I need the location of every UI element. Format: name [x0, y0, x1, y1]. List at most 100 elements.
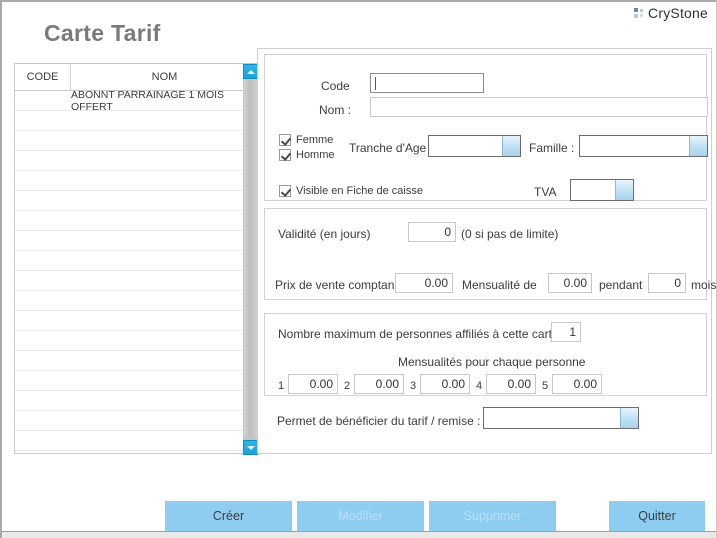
table-row[interactable] — [15, 351, 258, 371]
page-title: Carte Tarif — [44, 20, 161, 46]
table-row[interactable] — [15, 151, 258, 171]
code-input[interactable] — [370, 73, 484, 93]
affiliate-monthly-input-3[interactable]: 0.00 — [420, 374, 470, 394]
carte-tarif-window: CryStone Carte Tarif CODE NOM ABONNT PAR… — [0, 0, 717, 538]
checkbox-homme-box[interactable] — [279, 149, 291, 161]
checkbox-femme[interactable]: Femme — [279, 134, 333, 146]
table-row[interactable] — [15, 211, 258, 231]
column-header-nom[interactable]: NOM — [71, 64, 258, 90]
identity-group: Code Nom : Femme Homme Tranche d'Age : F… — [264, 54, 708, 201]
checkbox-femme-label: Femme — [296, 134, 334, 146]
checkbox-homme-label: Homme — [296, 149, 335, 161]
cell-code — [15, 311, 71, 330]
cell-code — [15, 151, 71, 170]
mensualite-input[interactable]: 0.00 — [548, 273, 592, 293]
cell-nom — [71, 291, 258, 310]
chevron-down-icon[interactable] — [689, 136, 707, 156]
cell-code — [15, 91, 71, 110]
cell-code — [15, 331, 71, 350]
affiliate-index-2: 2 — [344, 380, 351, 392]
creer-button[interactable]: Créer — [165, 501, 292, 531]
tva-label: TVA — [534, 185, 557, 199]
table-row[interactable] — [15, 271, 258, 291]
cell-code — [15, 131, 71, 150]
table-row[interactable] — [15, 371, 258, 391]
nom-input[interactable] — [370, 97, 708, 117]
cell-nom — [71, 191, 258, 210]
table-row[interactable] — [15, 231, 258, 251]
cell-nom — [71, 271, 258, 290]
tariff-form-panel: Code Nom : Femme Homme Tranche d'Age : F… — [257, 48, 716, 454]
cell-code — [15, 431, 71, 450]
cell-code — [15, 191, 71, 210]
table-row[interactable]: ABONNT PARRAINAGE 1 MOIS OFFERT — [15, 89, 258, 113]
modifier-button[interactable]: Modifier — [297, 501, 424, 531]
cell-nom — [71, 151, 258, 170]
checkbox-visible-fiche-caisse-box[interactable] — [279, 185, 291, 197]
affiliate-monthly-input-2[interactable]: 0.00 — [354, 374, 404, 394]
table-row[interactable] — [15, 411, 258, 431]
cell-nom — [71, 411, 258, 430]
tariff-card-list[interactable]: CODE NOM ABONNT PARRAINAGE 1 MOIS OFFERT — [14, 63, 259, 455]
famille-label: Famille : — [529, 141, 575, 155]
cell-code — [15, 111, 71, 130]
affiliate-index-1: 1 — [278, 380, 285, 392]
table-row[interactable] — [15, 171, 258, 191]
pendant-label: pendant — [599, 278, 643, 292]
nombre-max-personnes-input[interactable]: 1 — [551, 322, 581, 342]
table-row[interactable] — [15, 311, 258, 331]
tranche-age-value — [429, 136, 502, 156]
affiliate-monthly-input-1[interactable]: 0.00 — [288, 374, 338, 394]
affiliate-monthly-input-5[interactable]: 0.00 — [552, 374, 602, 394]
checkbox-homme[interactable]: Homme — [279, 149, 335, 161]
scroll-up-icon[interactable] — [243, 64, 258, 79]
chevron-down-icon[interactable] — [620, 408, 638, 428]
tva-select[interactable] — [570, 179, 634, 201]
tva-value — [571, 180, 615, 200]
cell-code — [15, 371, 71, 390]
cell-code — [15, 271, 71, 290]
list-header: CODE NOM — [15, 64, 258, 91]
table-row[interactable] — [15, 111, 258, 131]
table-row[interactable] — [15, 191, 258, 211]
cell-nom — [71, 351, 258, 370]
chevron-down-icon[interactable] — [502, 136, 520, 156]
benefit-select[interactable] — [483, 407, 639, 429]
prix-vente-input[interactable]: 0.00 — [395, 273, 453, 293]
cell-nom — [71, 431, 258, 450]
scroll-down-icon[interactable] — [243, 440, 258, 455]
tranche-age-select[interactable] — [428, 135, 521, 157]
column-header-code[interactable]: CODE — [15, 64, 71, 90]
benefit-label: Permet de bénéficier du tarif / remise : — [277, 414, 481, 428]
cell-code — [15, 171, 71, 190]
chevron-down-icon[interactable] — [615, 180, 633, 200]
table-row[interactable] — [15, 291, 258, 311]
scrollbar-thumb[interactable] — [244, 80, 257, 438]
validite-input[interactable]: 0 — [408, 222, 456, 242]
brand-name: CryStone — [648, 5, 708, 21]
crystone-logo-icon — [634, 7, 644, 19]
quitter-button[interactable]: Quitter — [609, 501, 705, 531]
famille-select[interactable] — [579, 135, 708, 157]
checkbox-femme-box[interactable] — [279, 134, 291, 146]
cell-code — [15, 411, 71, 430]
validity-pricing-group: Validité (en jours) 0 (0 si pas de limit… — [264, 208, 716, 300]
prix-vente-label: Prix de vente comptant — [275, 278, 398, 292]
supprimer-button[interactable]: Supprimer — [429, 501, 556, 531]
table-row[interactable] — [15, 131, 258, 151]
table-row[interactable] — [15, 391, 258, 411]
nombre-max-personnes-label: Nombre maximum de personnes affiliés à c… — [278, 327, 566, 341]
table-row[interactable] — [15, 331, 258, 351]
list-scrollbar[interactable] — [243, 64, 258, 455]
cell-nom — [71, 131, 258, 150]
affiliate-monthly-input-4[interactable]: 0.00 — [486, 374, 536, 394]
cell-code — [15, 211, 71, 230]
pendant-input[interactable]: 0 — [648, 273, 686, 293]
brand-logo: CryStone — [634, 5, 708, 21]
mensualite-label: Mensualité de — [462, 278, 537, 292]
table-row[interactable] — [15, 251, 258, 271]
affiliate-index-4: 4 — [476, 380, 483, 392]
table-row[interactable] — [15, 431, 258, 451]
benefit-value — [484, 408, 620, 428]
checkbox-visible-fiche-caisse[interactable]: Visible en Fiche de caisse — [279, 185, 423, 197]
